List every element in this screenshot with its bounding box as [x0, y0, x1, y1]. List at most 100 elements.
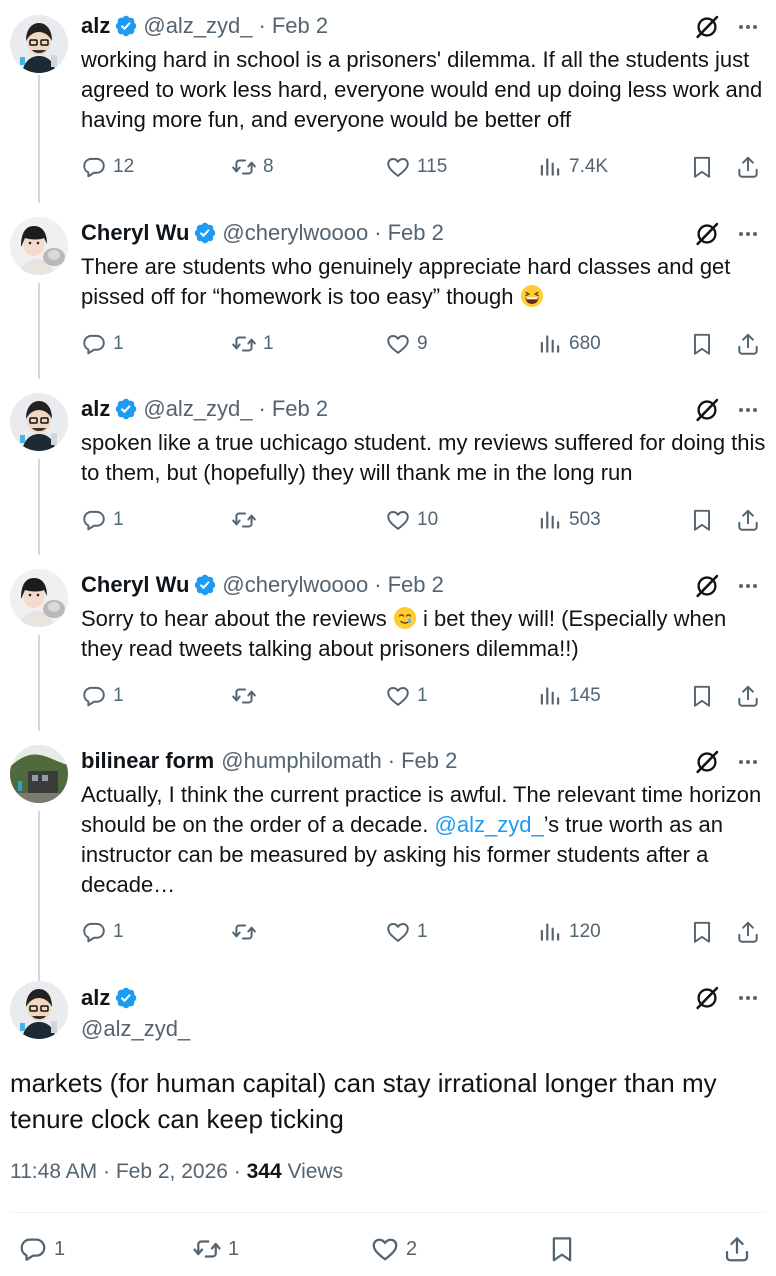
reply-button[interactable]: 1 — [18, 1234, 65, 1264]
more-icon[interactable] — [736, 222, 760, 246]
grok-icon[interactable] — [693, 396, 721, 424]
grok-icon[interactable] — [693, 748, 721, 776]
bookmark-button[interactable] — [689, 154, 715, 180]
share-icon — [735, 919, 761, 945]
author-handle[interactable]: @cherylwoooo — [222, 572, 368, 598]
thread-tweet[interactable]: Cheryl Wu @cherylwoooo · Feb 2 There are… — [0, 217, 776, 367]
reply-button[interactable]: 12 — [81, 154, 134, 180]
grok-icon[interactable] — [693, 572, 721, 600]
like-button[interactable]: 1 — [385, 683, 428, 709]
repost-button[interactable]: 1 — [231, 331, 274, 357]
author-handle[interactable]: @cherylwoooo — [222, 220, 368, 246]
tweet-text-body: There are students who genuinely appreci… — [81, 254, 731, 309]
tweet-header: Cheryl Wu @cherylwoooo · Feb 2 — [81, 569, 444, 601]
tweet-date[interactable]: Feb 2 — [272, 396, 328, 422]
like-button[interactable]: 10 — [385, 507, 438, 533]
reply-button[interactable]: 1 — [81, 683, 124, 709]
share-button[interactable] — [735, 919, 761, 945]
tweet-actions: 12 8 115 7.4K — [81, 154, 766, 182]
like-button[interactable]: 2 — [370, 1234, 417, 1264]
views-button[interactable]: 7.4K — [537, 154, 608, 180]
post-time[interactable]: 11:48 AM — [10, 1160, 97, 1183]
bookmark-button[interactable] — [547, 1234, 577, 1264]
author-name[interactable]: alz — [81, 396, 110, 422]
author-handle[interactable]: @alz_zyd_ — [143, 13, 252, 39]
author-handle[interactable]: @alz_zyd_ — [81, 1016, 190, 1042]
views-button[interactable]: 503 — [537, 507, 601, 533]
bookmark-button[interactable] — [689, 919, 715, 945]
more-icon[interactable] — [736, 986, 760, 1010]
author-name[interactable]: Cheryl Wu — [81, 572, 189, 598]
like-button[interactable]: 115 — [385, 154, 447, 180]
author-name[interactable]: bilinear form — [81, 748, 214, 774]
tweet-actions: 1 1 9 680 — [81, 331, 766, 359]
grok-icon[interactable] — [693, 220, 721, 248]
avatar[interactable] — [10, 745, 68, 803]
reply-count: 1 — [113, 921, 124, 942]
bookmark-button[interactable] — [689, 507, 715, 533]
share-button[interactable] — [735, 683, 761, 709]
more-icon[interactable] — [736, 574, 760, 598]
tweet-header: alz @alz_zyd_ · Feb 2 — [81, 10, 328, 42]
author-handle[interactable]: @humphilomath — [221, 748, 382, 774]
avatar[interactable] — [10, 15, 68, 73]
views-button[interactable]: 145 — [537, 683, 601, 709]
author-handle-row: @alz_zyd_ — [81, 1013, 190, 1045]
more-icon[interactable] — [736, 750, 760, 774]
avatar[interactable] — [10, 981, 68, 1039]
like-button[interactable]: 9 — [385, 331, 428, 357]
repost-button[interactable]: 8 — [231, 154, 274, 180]
bookmark-button[interactable] — [689, 683, 715, 709]
author-name[interactable]: alz — [81, 13, 110, 39]
tweet-header: bilinear form @humphilomath · Feb 2 — [81, 745, 457, 777]
more-icon[interactable] — [736, 398, 760, 422]
grok-icon[interactable] — [693, 13, 721, 41]
views-button[interactable]: 120 — [537, 919, 601, 945]
mention-link[interactable]: @alz_zyd_ — [435, 812, 544, 837]
repost-button[interactable] — [231, 507, 263, 533]
avatar[interactable] — [10, 217, 68, 275]
grok-icon[interactable] — [693, 984, 721, 1012]
share-icon — [735, 683, 761, 709]
repost-icon — [231, 507, 257, 533]
share-button[interactable] — [722, 1234, 752, 1264]
separator-dot: · — [233, 1160, 247, 1183]
post-date[interactable]: Feb 2, 2026 — [116, 1160, 228, 1183]
author-name[interactable]: alz — [81, 985, 110, 1011]
view-count: 680 — [569, 333, 601, 354]
tweet-date[interactable]: Feb 2 — [388, 572, 444, 598]
bookmark-button[interactable] — [689, 331, 715, 357]
share-button[interactable] — [735, 507, 761, 533]
avatar[interactable] — [10, 393, 68, 451]
tweet-date[interactable]: Feb 2 — [401, 748, 457, 774]
tweet-text-body: Sorry to hear about the reviews — [81, 606, 387, 631]
like-count: 1 — [417, 921, 428, 942]
thread-tweet[interactable]: bilinear form @humphilomath · Feb 2 Actu… — [0, 745, 776, 955]
reply-count: 12 — [113, 156, 135, 177]
share-icon — [735, 507, 761, 533]
author-name[interactable]: Cheryl Wu — [81, 220, 189, 246]
repost-button[interactable]: 1 — [192, 1234, 239, 1264]
tweet-date[interactable]: Feb 2 — [388, 220, 444, 246]
separator-dot: · — [374, 572, 382, 597]
share-button[interactable] — [735, 331, 761, 357]
separator-dot: · — [258, 13, 266, 38]
like-icon — [385, 507, 411, 533]
avatar[interactable] — [10, 569, 68, 627]
tweet-actions: 1 1 120 — [81, 919, 766, 947]
views-button[interactable]: 680 — [537, 331, 601, 357]
thread-tweet[interactable]: alz @alz_zyd_ · Feb 2 spoken like a true… — [0, 393, 776, 543]
reply-button[interactable]: 1 — [81, 919, 124, 945]
reply-button[interactable]: 1 — [81, 331, 124, 357]
share-button[interactable] — [735, 154, 761, 180]
like-button[interactable]: 1 — [385, 919, 428, 945]
reply-button[interactable]: 1 — [81, 507, 124, 533]
repost-button[interactable] — [231, 683, 263, 709]
thread-tweet[interactable]: alz @alz_zyd_ · Feb 2 working hard in sc… — [0, 10, 776, 190]
like-icon — [385, 331, 411, 357]
tweet-date[interactable]: Feb 2 — [272, 13, 328, 39]
author-handle[interactable]: @alz_zyd_ — [143, 396, 252, 422]
more-icon[interactable] — [736, 15, 760, 39]
thread-tweet[interactable]: Cheryl Wu @cherylwoooo · Feb 2 Sorry to … — [0, 569, 776, 719]
repost-button[interactable] — [231, 919, 263, 945]
